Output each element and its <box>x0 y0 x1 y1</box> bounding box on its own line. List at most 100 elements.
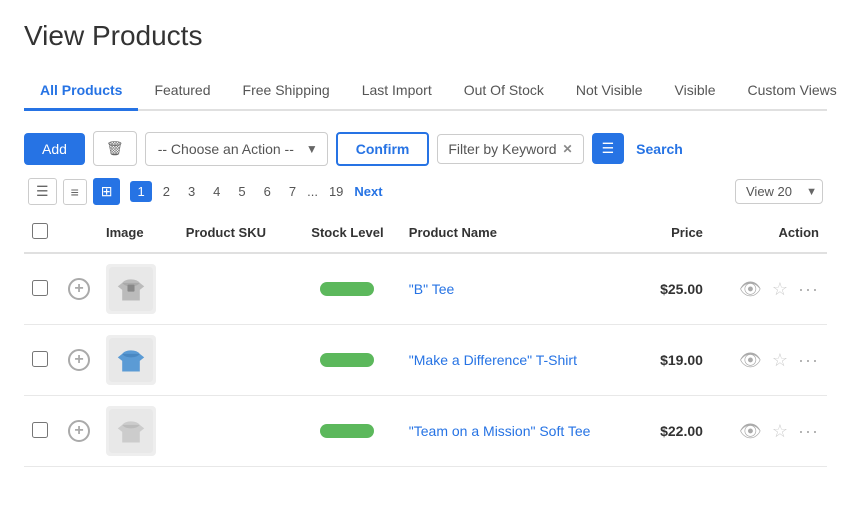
row2-checkbox-cell <box>24 325 60 396</box>
row2-product-image <box>106 335 156 385</box>
pagination: 1 2 3 4 5 6 7 ... 19 Next <box>130 181 382 202</box>
row1-image-cell <box>98 253 178 325</box>
add-button[interactable]: Add <box>24 133 85 165</box>
list-view-button[interactable]: ☰ <box>28 178 57 205</box>
delete-button[interactable]: 🗑 <box>93 131 137 166</box>
row2-product-link[interactable]: "Make a Difference" T-Shirt <box>409 352 577 368</box>
grid-view-button[interactable]: ⊞ <box>93 178 121 205</box>
filter-close-icon[interactable]: ✕ <box>563 142 573 156</box>
page-6[interactable]: 6 <box>257 181 278 202</box>
filter-icon: ☰ <box>602 140 615 156</box>
tab-visible[interactable]: Visible <box>659 72 732 111</box>
action-col-header: Action <box>711 213 827 253</box>
row1-more-icon[interactable]: ··· <box>798 279 819 300</box>
row1-star-icon[interactable]: ☆ <box>772 279 788 300</box>
row3-more-icon[interactable]: ··· <box>798 421 819 442</box>
products-table: Image Product SKU Stock Level Product Na… <box>24 213 827 467</box>
price-col-header: Price <box>640 213 711 253</box>
row1-product-link[interactable]: "B" Tee <box>409 281 455 297</box>
row3-add-cell: + <box>60 396 98 467</box>
row3-name: "Team on a Mission" Soft Tee <box>401 396 640 467</box>
row3-checkbox[interactable] <box>32 422 48 438</box>
row1-checkbox-cell <box>24 253 60 325</box>
page-7[interactable]: 7 <box>282 181 303 202</box>
tab-custom-views[interactable]: Custom Views <box>732 72 851 111</box>
row2-add-button[interactable]: + <box>68 349 90 371</box>
name-col-header: Product Name <box>401 213 640 253</box>
row2-name: "Make a Difference" T-Shirt <box>401 325 640 396</box>
row3-eye-icon[interactable]: 👁 <box>739 421 762 442</box>
row1-name: "B" Tee <box>401 253 640 325</box>
row3-image-cell <box>98 396 178 467</box>
select-all-checkbox[interactable] <box>32 223 48 239</box>
row2-add-cell: + <box>60 325 98 396</box>
row3-actions: 👁 ☆ ··· <box>711 396 827 467</box>
toolbar: Add 🗑 -- Choose an Action -- Delete Sele… <box>24 131 827 166</box>
row2-stock-bar <box>320 353 374 367</box>
next-page-button[interactable]: Next <box>354 184 382 199</box>
page-title: View Products <box>24 20 827 52</box>
row3-price: $22.00 <box>640 396 711 467</box>
row2-star-icon[interactable]: ☆ <box>772 350 788 371</box>
page-3[interactable]: 3 <box>181 181 202 202</box>
row1-stock-bar <box>320 282 374 296</box>
row3-product-image <box>106 406 156 456</box>
row1-product-image <box>106 264 156 314</box>
page-19[interactable]: 19 <box>322 181 350 202</box>
row1-actions: 👁 ☆ ··· <box>711 253 827 325</box>
row3-product-link[interactable]: "Team on a Mission" Soft Tee <box>409 423 591 439</box>
stock-col-header: Stock Level <box>294 213 401 253</box>
row2-eye-icon[interactable]: 👁 <box>739 350 762 371</box>
row1-stock <box>294 253 401 325</box>
row3-stock-bar <box>320 424 374 438</box>
search-button[interactable]: Search <box>632 133 687 165</box>
tab-free-shipping[interactable]: Free Shipping <box>227 72 346 111</box>
compact-list-view-button[interactable]: ≡ <box>63 179 87 205</box>
view-per-page-select[interactable]: View 20 View 50 View 100 <box>735 179 823 204</box>
product-tabs: All Products Featured Free Shipping Last… <box>24 72 827 111</box>
row2-sku <box>178 325 294 396</box>
tab-last-import[interactable]: Last Import <box>346 72 448 111</box>
tab-featured[interactable]: Featured <box>138 72 226 111</box>
row2-more-icon[interactable]: ··· <box>798 350 819 371</box>
row1-price: $25.00 <box>640 253 711 325</box>
row1-checkbox[interactable] <box>32 280 48 296</box>
row3-add-button[interactable]: + <box>68 420 90 442</box>
row1-sku <box>178 253 294 325</box>
row3-star-icon[interactable]: ☆ <box>772 421 788 442</box>
row1-eye-icon[interactable]: 👁 <box>739 279 762 300</box>
tab-out-of-stock[interactable]: Out Of Stock <box>448 72 560 111</box>
view-per-page-wrap: View 20 View 50 View 100 ▼ <box>735 179 823 204</box>
confirm-button[interactable]: Confirm <box>336 132 430 166</box>
row2-actions: 👁 ☆ ··· <box>711 325 827 396</box>
trash-icon: 🗑 <box>106 140 124 156</box>
page-1[interactable]: 1 <box>130 181 151 202</box>
add-col-header <box>60 213 98 253</box>
tab-not-visible[interactable]: Not Visible <box>560 72 659 111</box>
row1-add-cell: + <box>60 253 98 325</box>
row3-checkbox-cell <box>24 396 60 467</box>
filter-keyword-tag: Filter by Keyword ✕ <box>437 134 583 164</box>
filter-icon-button[interactable]: ☰ <box>592 133 625 164</box>
action-select-wrap: -- Choose an Action -- Delete Selected A… <box>145 132 328 166</box>
row2-price-value: $19.00 <box>660 352 703 368</box>
row2-image-cell <box>98 325 178 396</box>
sku-col-header: Product SKU <box>178 213 294 253</box>
page-4[interactable]: 4 <box>206 181 227 202</box>
row3-price-value: $22.00 <box>660 423 703 439</box>
select-all-header <box>24 213 60 253</box>
row1-price-value: $25.00 <box>660 281 703 297</box>
page-2[interactable]: 2 <box>156 181 177 202</box>
row2-price: $19.00 <box>640 325 711 396</box>
page-5[interactable]: 5 <box>231 181 252 202</box>
row2-checkbox[interactable] <box>32 351 48 367</box>
choose-action-select[interactable]: -- Choose an Action -- Delete Selected A… <box>145 132 328 166</box>
page-ellipsis: ... <box>307 184 318 199</box>
row3-sku <box>178 396 294 467</box>
table-row: + <box>24 325 827 396</box>
pagination-row: ☰ ≡ ⊞ 1 2 3 4 5 6 7 ... 19 Next View 20 … <box>24 178 827 205</box>
tab-all-products[interactable]: All Products <box>24 72 138 111</box>
row2-stock <box>294 325 401 396</box>
filter-keyword-label: Filter by Keyword <box>448 141 556 157</box>
row1-add-button[interactable]: + <box>68 278 90 300</box>
